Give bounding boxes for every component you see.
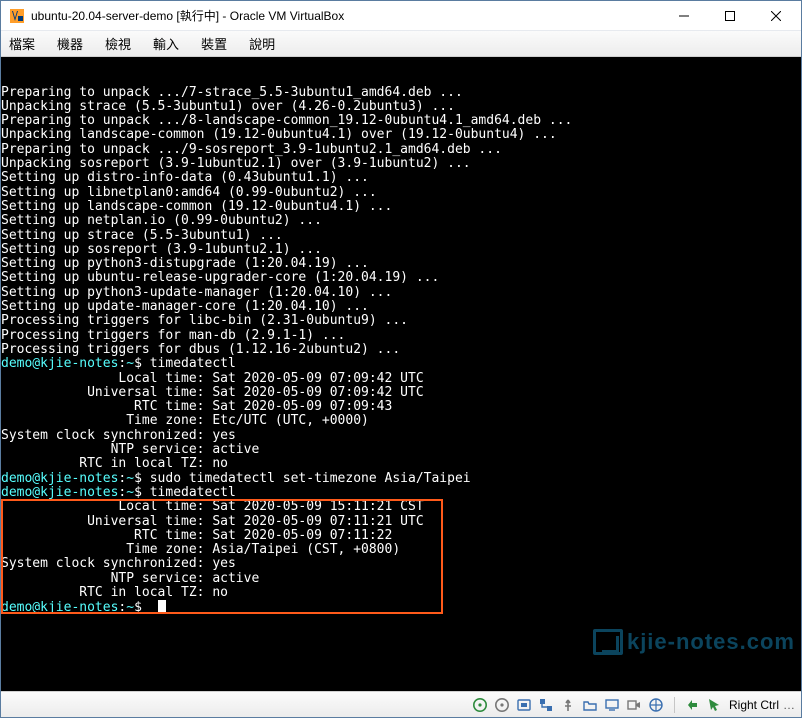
terminal-line: Unpacking sosreport (3.9-1ubuntu2.1) ove…: [1, 157, 801, 171]
shared-folder-icon[interactable]: [582, 697, 598, 713]
terminal-line: Setting up libnetplan0:amd64 (0.99-0ubun…: [1, 186, 801, 200]
terminal-line: Setting up landscape-common (19.12-0ubun…: [1, 200, 801, 214]
terminal-line: System clock synchronized: yes: [1, 429, 801, 443]
terminal-line: Preparing to unpack .../8-landscape-comm…: [1, 114, 801, 128]
terminal-line: Processing triggers for libc-bin (2.31-0…: [1, 314, 801, 328]
terminal-line: Preparing to unpack .../9-sosreport_3.9-…: [1, 143, 801, 157]
window-buttons: [661, 1, 799, 30]
menu-machine[interactable]: 機器: [57, 34, 83, 53]
terminal[interactable]: Preparing to unpack .../7-strace_5.5-3ub…: [1, 57, 801, 691]
vm-window: ubuntu-20.04-server-demo [執行中] - Oracle …: [0, 0, 802, 718]
shell-prompt: demo@kjie-notes:~$ timedatectl: [1, 357, 801, 371]
terminal-line: Time zone: Etc/UTC (UTC, +0000): [1, 414, 801, 428]
watermark-icon: [593, 629, 623, 655]
menu-file[interactable]: 檔案: [9, 34, 35, 53]
terminal-line: Setting up distro-info-data (0.43ubuntu1…: [1, 171, 801, 185]
terminal-line: Universal time: Sat 2020-05-09 07:09:42 …: [1, 386, 801, 400]
menu-help[interactable]: 說明: [249, 34, 275, 53]
separator: [674, 697, 675, 713]
host-key-label: Right Ctrl: [729, 698, 779, 712]
window-title: ubuntu-20.04-server-demo [執行中] - Oracle …: [31, 7, 661, 24]
disk-icon[interactable]: [472, 697, 488, 713]
cursor: [158, 600, 166, 612]
terminal-line: Time zone: Asia/Taipei (CST, +0800): [1, 543, 801, 557]
display-icon[interactable]: [604, 697, 620, 713]
terminal-line: NTP service: active: [1, 572, 801, 586]
statusbar: Right Ctrl …: [1, 691, 801, 717]
terminal-line: Setting up sosreport (3.9-1ubuntu2.1) ..…: [1, 243, 801, 257]
terminal-line: Setting up python3-update-manager (1:20.…: [1, 286, 801, 300]
terminal-line: NTP service: active: [1, 443, 801, 457]
menubar: 檔案 機器 檢視 輸入 裝置 說明: [1, 31, 801, 57]
optical-icon[interactable]: [494, 697, 510, 713]
terminal-line: Setting up python3-distupgrade (1:20.04.…: [1, 257, 801, 271]
terminal-line: RTC in local TZ: no: [1, 457, 801, 471]
menu-input[interactable]: 輸入: [153, 34, 179, 53]
menu-view[interactable]: 檢視: [105, 34, 131, 53]
shell-prompt: demo@kjie-notes:~$ timedatectl: [1, 486, 801, 500]
terminal-line: Setting up strace (5.5-3ubuntu1) ...: [1, 229, 801, 243]
terminal-line: Local time: Sat 2020-05-09 15:11:21 CST: [1, 500, 801, 514]
terminal-line: Unpacking landscape-common (19.12-0ubunt…: [1, 128, 801, 142]
terminal-line: Setting up netplan.io (0.99-0ubuntu2) ..…: [1, 214, 801, 228]
terminal-line: RTC in local TZ: no: [1, 586, 801, 600]
terminal-line: Universal time: Sat 2020-05-09 07:11:21 …: [1, 515, 801, 529]
terminal-line: RTC time: Sat 2020-05-09 07:09:43: [1, 400, 801, 414]
maximize-button[interactable]: [707, 1, 753, 30]
virtualbox-icon: [9, 8, 25, 24]
terminal-line: Setting up ubuntu-release-upgrader-core …: [1, 271, 801, 285]
terminal-line: Local time: Sat 2020-05-09 07:09:42 UTC: [1, 372, 801, 386]
audio-icon[interactable]: [516, 697, 532, 713]
close-button[interactable]: [753, 1, 799, 30]
terminal-line: Processing triggers for dbus (1.12.16-2u…: [1, 343, 801, 357]
terminal-line: RTC time: Sat 2020-05-09 07:11:22: [1, 529, 801, 543]
terminal-line: Setting up update-manager-core (1:20.04.…: [1, 300, 801, 314]
network-icon[interactable]: [538, 697, 554, 713]
guest-additions-icon[interactable]: [648, 697, 664, 713]
shell-prompt: demo@kjie-notes:~$ sudo timedatectl set-…: [1, 472, 801, 486]
minimize-button[interactable]: [661, 1, 707, 30]
titlebar: ubuntu-20.04-server-demo [執行中] - Oracle …: [1, 1, 801, 31]
terminal-line: Preparing to unpack .../7-strace_5.5-3ub…: [1, 86, 801, 100]
mouse-integration-icon[interactable]: [685, 697, 701, 713]
terminal-line: System clock synchronized: yes: [1, 557, 801, 571]
menu-devices[interactable]: 裝置: [201, 34, 227, 53]
keyboard-captured-icon[interactable]: [707, 697, 723, 713]
terminal-line: Unpacking strace (5.5-3ubuntu1) over (4.…: [1, 100, 801, 114]
recording-icon[interactable]: [626, 697, 642, 713]
shell-prompt: demo@kjie-notes:~$: [1, 600, 801, 615]
watermark: kjie-notes.com: [550, 614, 795, 669]
terminal-line: Processing triggers for man-db (2.9.1-1)…: [1, 329, 801, 343]
watermark-text: kjie-notes.com: [627, 629, 795, 654]
usb-icon[interactable]: [560, 697, 576, 713]
dropdown-icon[interactable]: …: [785, 697, 793, 713]
